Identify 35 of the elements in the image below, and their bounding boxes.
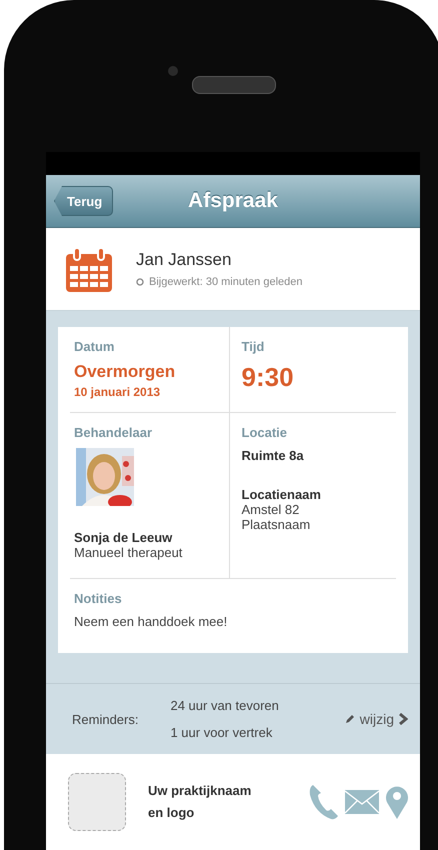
street-text: Amstel 82 bbox=[242, 502, 300, 517]
location-label: Locatie bbox=[242, 425, 288, 440]
city-text: Plaatsnaam bbox=[242, 517, 312, 532]
back-button[interactable]: Terug bbox=[54, 186, 114, 216]
logo-placeholder bbox=[68, 773, 126, 831]
reminder-item: 1 uur voor vertrek bbox=[170, 725, 274, 740]
refresh-icon bbox=[136, 278, 144, 286]
room-text: Ruimte 8a bbox=[242, 448, 305, 463]
chevron-icon bbox=[399, 713, 408, 725]
reminder-item: 24 uur van tevoren bbox=[170, 698, 280, 713]
phone-icon bbox=[309, 783, 339, 821]
calendar-icon bbox=[66, 246, 112, 292]
notes-label: Notities bbox=[74, 591, 123, 606]
practitioner-name: Sonja de Leeuw bbox=[74, 530, 174, 545]
mail-icon bbox=[345, 790, 379, 814]
date-label: Datum bbox=[74, 339, 116, 354]
mail-button[interactable] bbox=[342, 790, 382, 814]
practitioner-role: Manueel therapeut bbox=[74, 545, 184, 560]
notes-text: Neem een handdoek mee! bbox=[74, 614, 228, 629]
location-name: Locatienaam bbox=[242, 487, 322, 502]
nav-title: Afspraak bbox=[188, 189, 278, 213]
time-text: 9:30 bbox=[242, 362, 295, 393]
map-pin-icon bbox=[385, 785, 409, 819]
practice-name: Uw praktijknaam en logo bbox=[148, 782, 252, 822]
updated-text: Bijgewerkt: 30 minuten geleden bbox=[149, 276, 302, 288]
relative-date: Overmorgen bbox=[74, 362, 176, 382]
pencil-icon bbox=[344, 714, 355, 724]
patient-name: Jan Janssen bbox=[136, 250, 232, 270]
reminders-label: Reminders: bbox=[72, 712, 138, 726]
edit-button[interactable]: wijzig bbox=[344, 711, 408, 727]
practitioner-label: Behandelaar bbox=[74, 425, 154, 440]
date-text: 10 januari 2013 bbox=[74, 385, 162, 399]
camera-icon bbox=[168, 66, 178, 76]
speaker-icon bbox=[192, 76, 276, 94]
time-label: Tijd bbox=[242, 339, 266, 354]
